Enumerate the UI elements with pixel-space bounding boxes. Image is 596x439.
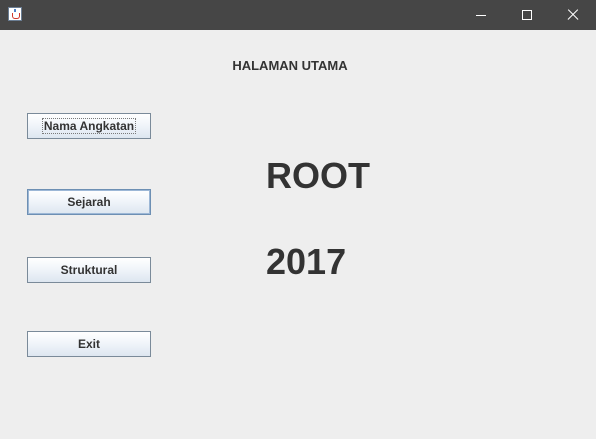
nama-angkatan-button-label: Nama Angkatan (41, 118, 137, 134)
maximize-icon (522, 10, 532, 20)
close-icon (567, 9, 579, 21)
java-app-icon (8, 7, 22, 21)
page-title: HALAMAN UTAMA (232, 58, 348, 73)
close-button[interactable] (550, 0, 596, 30)
sejarah-button-label: Sejarah (67, 195, 111, 209)
minimize-button[interactable] (458, 0, 504, 30)
minimize-icon (476, 15, 486, 16)
year-label: 2017 (266, 241, 347, 282)
struktural-button[interactable]: Struktural (27, 257, 151, 283)
exit-button-label: Exit (77, 337, 100, 351)
nama-angkatan-button[interactable]: Nama Angkatan (27, 113, 151, 139)
exit-button[interactable]: Exit (27, 331, 151, 357)
root-label: ROOT (266, 155, 370, 196)
app-window: HALAMAN UTAMA ROOT 2017 Nama Angkatan Se… (0, 0, 596, 439)
struktural-button-label: Struktural (60, 263, 118, 277)
sejarah-button[interactable]: Sejarah (27, 189, 151, 215)
title-bar[interactable] (0, 0, 596, 30)
maximize-button[interactable] (504, 0, 550, 30)
